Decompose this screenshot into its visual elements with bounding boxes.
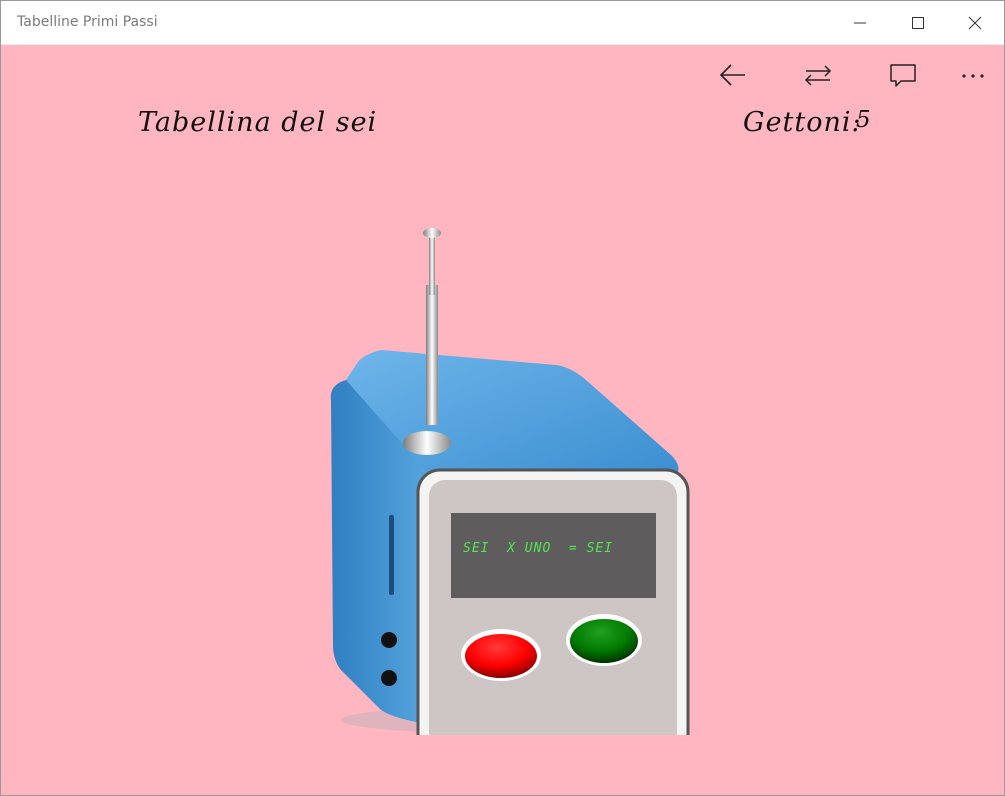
antenna-tip — [423, 228, 441, 238]
antenna-base — [403, 431, 451, 455]
switch-arrows-icon — [804, 65, 832, 86]
radio-illustration — [330, 228, 690, 735]
window-title: Tabelline Primi Passi — [17, 14, 158, 30]
comment-icon — [890, 64, 916, 87]
red-button-shape — [465, 634, 537, 678]
side-jack — [381, 670, 397, 686]
maximize-icon — [912, 16, 924, 29]
maximize-button[interactable] — [889, 1, 947, 44]
title-bar[interactable]: Tabelline Primi Passi — [1, 1, 1004, 45]
side-port — [389, 515, 394, 595]
lcd-display-text: SEI X UNO = SEI — [463, 541, 614, 556]
tokens-value: 5 — [856, 107, 872, 133]
app-content: Tabellina del sei Gettoni: 5 SEI X UNO =… — [1, 45, 1004, 795]
more-icon — [962, 74, 984, 78]
more-button[interactable] — [951, 59, 995, 91]
close-icon — [968, 16, 982, 29]
side-jack — [381, 632, 397, 648]
back-arrow-icon — [719, 64, 745, 86]
minimize-icon — [854, 22, 866, 23]
back-button[interactable] — [711, 59, 755, 91]
switch-button[interactable] — [796, 59, 840, 91]
comment-button[interactable] — [881, 59, 925, 91]
antenna-rod — [429, 235, 435, 295]
green-button-shape — [570, 619, 638, 663]
minimize-button[interactable] — [831, 1, 889, 44]
tokens-label: Gettoni: — [743, 107, 862, 138]
app-window: Tabelline Primi Passi Tabellina del sei … — [0, 0, 1005, 796]
red-button[interactable] — [465, 590, 541, 640]
close-button[interactable] — [946, 1, 1004, 44]
antenna-rod — [426, 285, 438, 425]
lesson-title: Tabellina del sei — [138, 107, 378, 138]
green-button[interactable] — [568, 575, 640, 625]
